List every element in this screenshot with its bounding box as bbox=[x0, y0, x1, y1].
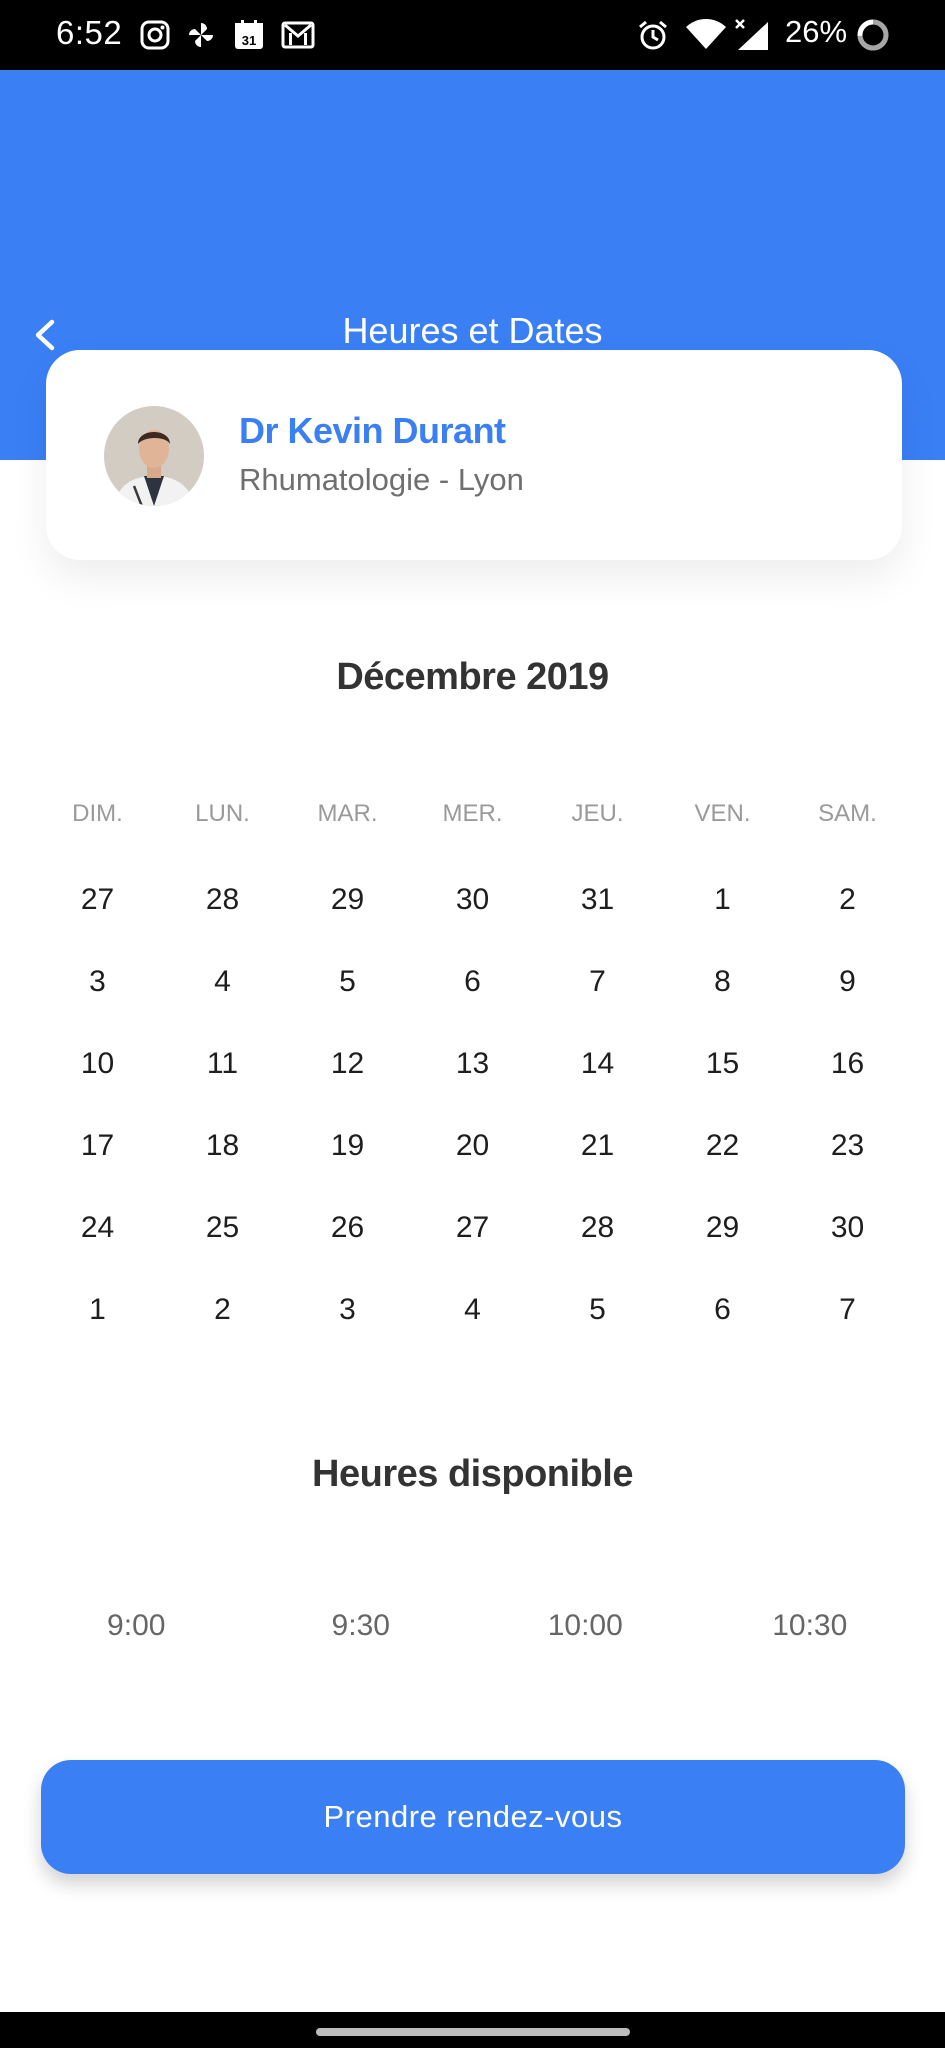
calendar-day[interactable]: 30 bbox=[785, 1200, 910, 1282]
calendar-day[interactable]: 22 bbox=[660, 1118, 785, 1200]
calendar-day[interactable]: 4 bbox=[410, 1282, 535, 1364]
calendar-day[interactable]: 20 bbox=[410, 1118, 535, 1200]
hour-slots: 9:00 9:30 10:00 10:30 bbox=[24, 1604, 922, 1648]
calendar-day[interactable]: 6 bbox=[410, 954, 535, 1036]
calendar-day[interactable]: 7 bbox=[785, 1282, 910, 1364]
battery-percentage: 26% bbox=[785, 14, 848, 49]
calendar-day[interactable]: 29 bbox=[285, 872, 410, 954]
calendar-day[interactable]: 21 bbox=[535, 1118, 660, 1200]
weekday-label: MER. bbox=[442, 800, 503, 827]
calendar-day[interactable]: 4 bbox=[160, 954, 285, 1036]
calendar-day[interactable]: 25 bbox=[160, 1200, 285, 1282]
calendar-day[interactable]: 3 bbox=[35, 954, 160, 1036]
calendar-week-row: 27 28 29 30 31 1 2 bbox=[35, 872, 910, 954]
calendar-day[interactable]: 27 bbox=[35, 872, 160, 954]
alarm-icon bbox=[636, 18, 670, 52]
weekday-label: DIM. bbox=[72, 800, 123, 827]
calendar-month-title: Décembre 2019 bbox=[336, 656, 609, 698]
book-appointment-button[interactable]: Prendre rendez-vous bbox=[41, 1760, 905, 1874]
status-time: 6:52 bbox=[56, 14, 123, 51]
calendar-day[interactable]: 19 bbox=[285, 1118, 410, 1200]
wifi-icon bbox=[684, 18, 728, 52]
calendar-day[interactable]: 2 bbox=[785, 872, 910, 954]
calendar-day[interactable]: 27 bbox=[410, 1200, 535, 1282]
calendar-day[interactable]: 15 bbox=[660, 1036, 785, 1118]
instagram-icon bbox=[138, 18, 172, 52]
svg-text:31: 31 bbox=[242, 33, 256, 48]
hour-slot[interactable]: 9:00 bbox=[24, 1604, 249, 1648]
weekday-label: LUN. bbox=[195, 800, 250, 827]
calendar-day[interactable]: 31 bbox=[535, 872, 660, 954]
navigation-bar bbox=[0, 2012, 945, 2048]
pinwheel-icon bbox=[184, 18, 218, 52]
doctor-avatar bbox=[104, 406, 204, 506]
calendar-day[interactable]: 26 bbox=[285, 1200, 410, 1282]
calendar-day[interactable]: 28 bbox=[160, 872, 285, 954]
calendar-day[interactable]: 13 bbox=[410, 1036, 535, 1118]
calendar-day[interactable]: 8 bbox=[660, 954, 785, 1036]
calendar-day[interactable]: 24 bbox=[35, 1200, 160, 1282]
hour-slot[interactable]: 9:30 bbox=[249, 1604, 474, 1648]
calendar-day[interactable]: 28 bbox=[535, 1200, 660, 1282]
home-indicator[interactable] bbox=[316, 2028, 630, 2036]
calendar-day[interactable]: 29 bbox=[660, 1200, 785, 1282]
calendar-day[interactable]: 6 bbox=[660, 1282, 785, 1364]
calendar-week-row: 3 4 5 6 7 8 9 bbox=[35, 954, 910, 1036]
weekday-label: VEN. bbox=[694, 800, 751, 827]
battery-icon bbox=[855, 18, 891, 52]
calendar-week-row: 17 18 19 20 21 22 23 bbox=[35, 1118, 910, 1200]
calendar-day[interactable]: 11 bbox=[160, 1036, 285, 1118]
status-bar: 6:52 31 26% bbox=[0, 0, 945, 70]
hour-slot[interactable]: 10:00 bbox=[473, 1604, 698, 1648]
calendar-day[interactable]: 30 bbox=[410, 872, 535, 954]
calendar-day[interactable]: 1 bbox=[660, 872, 785, 954]
page-title: Heures et Dates bbox=[342, 310, 603, 351]
calendar-weekdays: DIM. LUN. MAR. MER. JEU. VEN. SAM. bbox=[35, 800, 910, 828]
gmail-icon bbox=[280, 18, 316, 52]
calendar-day[interactable]: 14 bbox=[535, 1036, 660, 1118]
calendar-week-row: 1 2 3 4 5 6 7 bbox=[35, 1282, 910, 1364]
signal-icon bbox=[732, 18, 772, 52]
weekday-label: JEU. bbox=[571, 800, 624, 827]
hour-slot[interactable]: 10:30 bbox=[698, 1604, 923, 1648]
doctor-name: Dr Kevin Durant bbox=[239, 410, 506, 451]
calendar-day[interactable]: 3 bbox=[285, 1282, 410, 1364]
calendar-day[interactable]: 9 bbox=[785, 954, 910, 1036]
calendar-day[interactable]: 10 bbox=[35, 1036, 160, 1118]
weekday-label: MAR. bbox=[317, 800, 378, 827]
calendar-icon: 31 bbox=[232, 18, 266, 52]
calendar-day[interactable]: 12 bbox=[285, 1036, 410, 1118]
weekday-label: SAM. bbox=[818, 800, 877, 827]
calendar-day[interactable]: 18 bbox=[160, 1118, 285, 1200]
doctor-card: Dr Kevin Durant Rhumatologie - Lyon bbox=[46, 350, 902, 560]
calendar-week-row: 10 11 12 13 14 15 16 bbox=[35, 1036, 910, 1118]
hours-title: Heures disponible bbox=[312, 1453, 633, 1495]
calendar-day[interactable]: 2 bbox=[160, 1282, 285, 1364]
calendar-day[interactable]: 5 bbox=[285, 954, 410, 1036]
calendar-day[interactable]: 1 bbox=[35, 1282, 160, 1364]
calendar-week-row: 24 25 26 27 28 29 30 bbox=[35, 1200, 910, 1282]
calendar-grid: 27 28 29 30 31 1 2 3 4 5 6 7 8 9 10 11 1… bbox=[35, 872, 910, 1364]
calendar-day[interactable]: 17 bbox=[35, 1118, 160, 1200]
calendar-day[interactable]: 23 bbox=[785, 1118, 910, 1200]
doctor-specialty: Rhumatologie - Lyon bbox=[239, 462, 524, 497]
calendar-day[interactable]: 7 bbox=[535, 954, 660, 1036]
calendar-day[interactable]: 16 bbox=[785, 1036, 910, 1118]
calendar-day[interactable]: 5 bbox=[535, 1282, 660, 1364]
